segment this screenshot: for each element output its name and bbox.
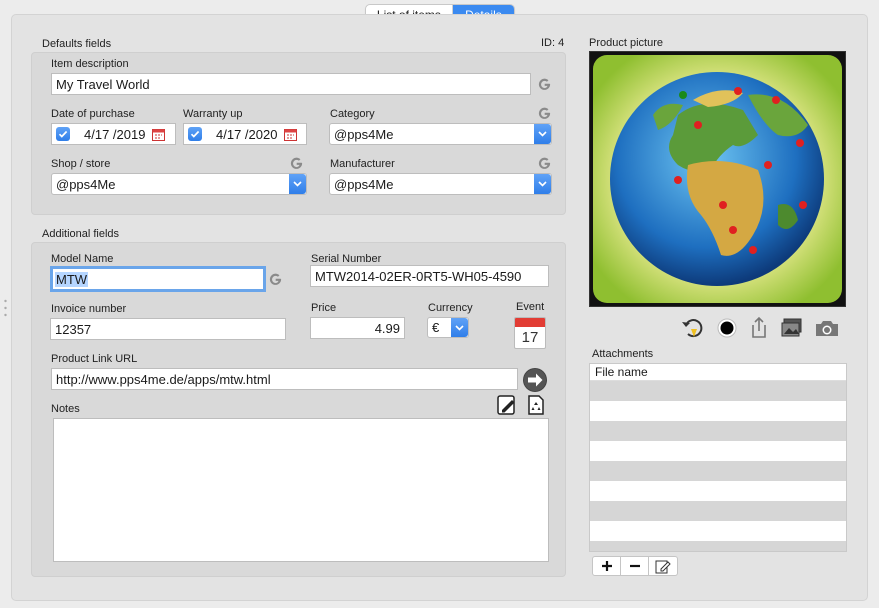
split-handle[interactable] [3,298,8,318]
invoice-number-field[interactable]: 12357 [50,318,286,340]
product-picture[interactable] [589,51,846,307]
table-row[interactable] [590,461,846,481]
price-label: Price [311,302,337,314]
remove-icon [629,564,640,568]
add-icon [601,561,612,571]
shop-store-select[interactable]: @pps4Me [51,173,307,195]
price-value: 4.99 [374,320,400,336]
additional-section-title: Additional fields [42,228,120,240]
google-search-icon[interactable] [537,156,552,171]
table-row[interactable] [590,381,846,401]
chevron-down-icon [534,124,551,144]
notes-textarea[interactable] [53,418,549,562]
serial-number-label: Serial Number [311,253,382,265]
table-row[interactable] [590,441,846,461]
chevron-down-icon [289,174,306,194]
date-of-purchase-checkbox[interactable] [56,127,70,141]
add-attachment-button[interactable] [592,556,621,576]
table-row[interactable] [590,501,846,521]
model-name-value: MTW [55,271,89,287]
model-name-field[interactable]: MTW [50,266,266,292]
google-search-icon[interactable] [537,106,552,121]
google-search-icon[interactable] [268,272,283,287]
item-id-label: ID: 4 [541,37,565,49]
chevron-down-icon [451,318,468,337]
event-calendar-icon[interactable]: 17 [514,317,546,349]
share-icon[interactable] [748,316,770,340]
item-description-label: Item description [51,58,129,70]
rotate-icon[interactable] [680,316,706,340]
warranty-up-value: 4/17 /2020 [216,126,278,142]
shop-store-label: Shop / store [51,158,111,170]
recycle-notes-icon[interactable] [525,394,547,416]
product-picture-title: Product picture [589,37,663,49]
shop-store-value: @pps4Me [56,176,116,192]
table-row[interactable] [590,481,846,501]
attachments-table[interactable]: File name [589,363,847,552]
date-of-purchase-value: 4/17 /2019 [84,126,146,142]
globe-image [593,55,842,303]
manufacturer-label: Manufacturer [330,158,395,170]
category-value: @pps4Me [334,126,394,142]
remove-attachment-button[interactable] [621,556,649,576]
manufacturer-value: @pps4Me [334,176,394,192]
check-icon [58,130,68,138]
defaults-section-title: Defaults fields [42,38,112,50]
price-field[interactable]: 4.99 [310,317,405,339]
calendar-icon[interactable] [152,128,166,141]
picture-toolbar [680,316,846,340]
camera-icon[interactable] [814,318,840,338]
product-link-field[interactable]: http://www.pps4me.de/apps/mtw.html [51,368,518,390]
category-label: Category [330,108,375,120]
google-search-icon[interactable] [289,156,304,171]
edit-notes-icon[interactable] [496,394,518,416]
item-description-field[interactable]: My Travel World [51,73,531,95]
date-of-purchase-label: Date of purchase [51,108,135,120]
chevron-down-icon [534,174,551,194]
open-link-arrow-icon[interactable] [522,367,548,393]
warranty-up-field[interactable]: 4/17 /2020 [183,123,307,145]
circle-icon[interactable] [716,317,738,339]
currency-label: Currency [428,302,473,314]
table-row[interactable] [590,421,846,441]
warranty-up-checkbox[interactable] [188,127,202,141]
edit-icon [655,560,671,573]
category-select[interactable]: @pps4Me [329,123,552,145]
edit-attachment-button[interactable] [649,556,678,576]
calendar-icon[interactable] [284,128,298,141]
table-row[interactable] [590,401,846,421]
date-of-purchase-field[interactable]: 4/17 /2019 [51,123,176,145]
calendar-header [515,318,545,327]
warranty-up-label: Warranty up [183,108,243,120]
currency-select[interactable]: € [427,317,469,338]
event-label: Event [516,301,545,313]
attachments-title: Attachments [592,348,654,360]
serial-number-field[interactable]: MTW2014-02ER-0RT5-WH05-4590 [310,265,549,287]
invoice-number-label: Invoice number [51,303,127,315]
table-row[interactable] [590,541,846,551]
check-icon [190,130,200,138]
product-link-label: Product Link URL [51,353,138,365]
manufacturer-select[interactable]: @pps4Me [329,173,552,195]
google-search-icon[interactable] [537,77,552,92]
currency-value: € [432,320,440,335]
table-row[interactable] [590,521,846,541]
attachments-column-header[interactable]: File name [590,364,846,381]
notes-label: Notes [51,403,80,415]
model-name-label: Model Name [51,253,114,265]
attachments-button-bar [592,556,678,576]
photos-icon[interactable] [780,317,804,339]
event-day: 17 [521,329,539,346]
